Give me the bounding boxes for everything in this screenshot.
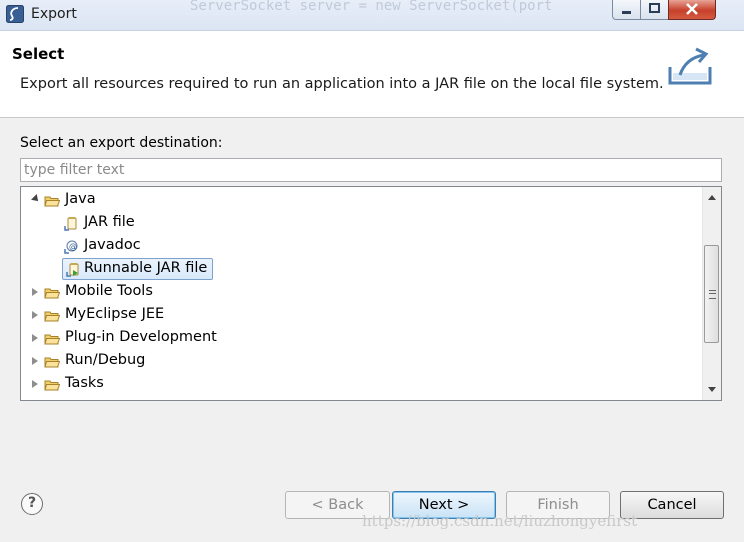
expand-toggle-icon[interactable] xyxy=(31,194,41,204)
close-icon xyxy=(686,3,698,15)
scroll-up-icon[interactable] xyxy=(708,195,716,200)
folder-icon xyxy=(44,311,60,322)
watermark-text: https://blog.csdn.net/liuzhongyefirst xyxy=(362,512,638,530)
folder-icon xyxy=(44,357,60,368)
maximize-icon xyxy=(649,3,660,13)
tree-item-myeclipse-jee[interactable]: MyEclipse JEE xyxy=(21,304,701,327)
tree-item-label: MyEclipse JEE xyxy=(65,306,165,322)
export-wizard-icon xyxy=(668,47,712,85)
vertical-scrollbar[interactable] xyxy=(702,187,721,400)
maximize-button[interactable] xyxy=(640,0,669,20)
tree-item-label: Java xyxy=(65,191,96,207)
tree-item-label: Javadoc xyxy=(84,237,141,253)
scrollbar-thumb[interactable] xyxy=(704,245,719,343)
destination-label: Select an export destination: xyxy=(20,135,223,151)
folder-icon xyxy=(44,288,60,299)
scroll-down-icon[interactable] xyxy=(708,387,716,392)
close-button[interactable] xyxy=(668,0,716,20)
page-title: Select xyxy=(12,45,65,63)
minimize-button[interactable] xyxy=(612,0,641,20)
minimize-icon xyxy=(622,11,631,14)
expand-toggle-icon[interactable] xyxy=(32,380,38,388)
background-code-text: ServerSocket server = new ServerSocket(p… xyxy=(190,0,553,14)
folder-icon xyxy=(44,380,60,391)
grip-icon xyxy=(709,290,716,299)
tree-item-label: Mobile Tools xyxy=(65,283,153,299)
tree-item-runnable-jar-file[interactable]: Runnable JAR file xyxy=(21,258,701,281)
folder-icon xyxy=(44,334,60,345)
javadoc-icon: @ xyxy=(64,240,78,254)
expand-toggle-icon[interactable] xyxy=(32,357,38,365)
tree-item-jar-file[interactable]: JAR file xyxy=(21,212,701,235)
svg-text:@: @ xyxy=(69,242,77,251)
jar-file-icon xyxy=(64,217,77,231)
expand-toggle-icon[interactable] xyxy=(32,288,38,296)
tree-item-mobile-tools[interactable]: Mobile Tools xyxy=(21,281,701,304)
expand-toggle-icon[interactable] xyxy=(32,334,38,342)
destination-tree[interactable]: Java JAR file @ Javadoc Runnable JAR fil… xyxy=(20,186,722,401)
tree-item-label: Run/Debug xyxy=(65,352,146,368)
title-bar: ServerSocket server = new ServerSocket(p… xyxy=(0,0,744,31)
wizard-header: Select Export all resources required to … xyxy=(0,31,744,118)
tree-item-label: Tasks xyxy=(65,375,104,391)
eclipse-app-icon xyxy=(6,5,24,23)
help-button[interactable]: ? xyxy=(21,493,43,515)
tree-item-javadoc[interactable]: @ Javadoc xyxy=(21,235,701,258)
tree-item-label: Runnable JAR file xyxy=(84,260,208,276)
tree-item-label: JAR file xyxy=(84,214,135,230)
tree-item-run-debug[interactable]: Run/Debug xyxy=(21,350,701,373)
runnable-jar-icon xyxy=(66,263,79,277)
tree-item-tasks[interactable]: Tasks xyxy=(21,373,701,396)
page-description: Export all resources required to run an … xyxy=(20,76,664,92)
window-title: Export xyxy=(31,6,77,22)
filter-input[interactable] xyxy=(20,158,722,182)
tree-item-label: Plug-in Development xyxy=(65,329,217,345)
folder-open-icon xyxy=(44,196,60,207)
expand-toggle-icon[interactable] xyxy=(32,311,38,319)
tree-item-plug-in-development[interactable]: Plug-in Development xyxy=(21,327,701,350)
tree-item-java[interactable]: Java xyxy=(21,189,701,212)
